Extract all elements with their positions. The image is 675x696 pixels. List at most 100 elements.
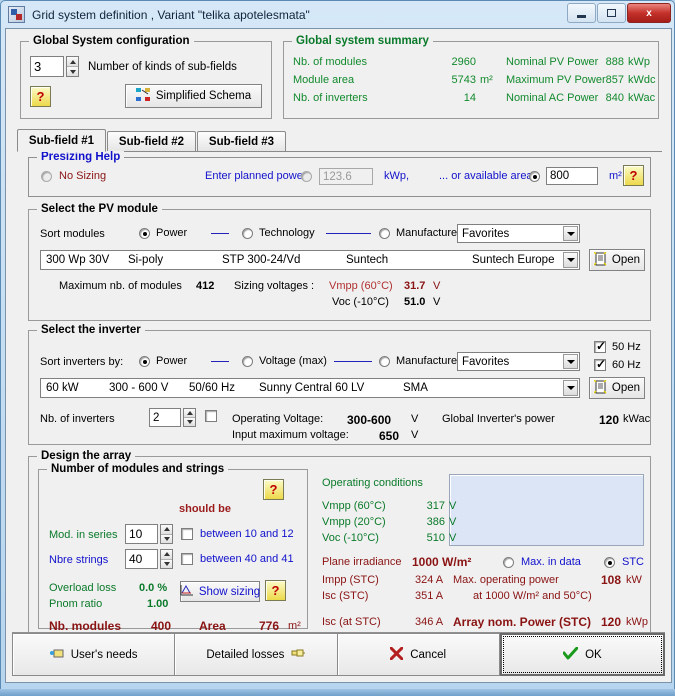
available-area-radio[interactable] bbox=[529, 171, 540, 182]
select-inverter-group: Select the inverter Sort inverters by: P… bbox=[28, 324, 651, 445]
inverter-manufacturer: SMA bbox=[403, 382, 428, 394]
inverter-open-button[interactable]: Open bbox=[589, 377, 645, 399]
dialog-button-bar: User's needs Detailed losses Cancel OK bbox=[12, 632, 665, 676]
summary-label-1: Module area bbox=[293, 74, 355, 86]
spinner-down[interactable] bbox=[67, 67, 78, 76]
mod-series-input[interactable] bbox=[125, 524, 158, 544]
available-area-unit: m² bbox=[609, 170, 622, 182]
global-system-summary-group: Global system summary Nb. of modules 296… bbox=[283, 35, 659, 119]
sort-technology-label: Technology bbox=[259, 227, 315, 239]
overload-loss-label: Overload loss bbox=[49, 582, 117, 594]
sizing-chart-icon bbox=[180, 584, 194, 599]
spinner-up[interactable] bbox=[184, 409, 195, 418]
planned-power-unit: kWp, bbox=[384, 170, 410, 182]
cond-unit-2: V bbox=[449, 532, 457, 544]
window-title: Grid system definition , Variant "telika… bbox=[32, 7, 310, 22]
mod-series-spinner[interactable] bbox=[160, 524, 173, 544]
inv-sort-manufacturer-radio[interactable] bbox=[379, 356, 390, 367]
sizing-help-button[interactable]: ? bbox=[265, 580, 286, 601]
area-label: Area bbox=[199, 619, 226, 633]
sort-manufacturer-radio[interactable] bbox=[379, 228, 390, 239]
chevron-down-icon[interactable] bbox=[563, 226, 578, 241]
cond-label-0: Vmpp (60°C) bbox=[322, 500, 386, 512]
nb-inverters-input[interactable] bbox=[149, 408, 181, 427]
close-button[interactable]: x bbox=[627, 3, 671, 23]
modules-strings-group: Number of modules and strings ? should b… bbox=[38, 463, 308, 633]
spinner-up[interactable] bbox=[161, 550, 172, 560]
simplified-schema-button[interactable]: Simplified Schema bbox=[125, 84, 262, 108]
pv-filter-value: Favorites bbox=[462, 227, 510, 240]
cond-value-2: 510 bbox=[426, 532, 445, 544]
inverter-model-combo[interactable]: 60 kW 300 - 600 V 50/60 Hz Sunny Central… bbox=[40, 378, 580, 398]
global-inverter-power-unit: kWac bbox=[623, 413, 651, 425]
minimize-button[interactable] bbox=[567, 3, 596, 23]
subfield-count-input[interactable] bbox=[30, 56, 64, 77]
inverter-filter-combo[interactable]: Favorites bbox=[457, 352, 580, 371]
chevron-down-icon[interactable] bbox=[563, 380, 578, 396]
users-needs-button[interactable]: User's needs bbox=[12, 633, 176, 676]
summary-value-2: 14 bbox=[463, 92, 476, 104]
pv-module-legend: Select the PV module bbox=[37, 203, 162, 215]
impp-value: 324 A bbox=[415, 574, 444, 586]
nb-inverters-spinner[interactable] bbox=[183, 408, 196, 427]
cancel-label: Cancel bbox=[410, 648, 447, 661]
spinner-up[interactable] bbox=[67, 57, 78, 67]
no-sizing-radio[interactable] bbox=[41, 171, 52, 182]
inv-sort-separator-2 bbox=[334, 361, 372, 362]
spinner-down[interactable] bbox=[184, 418, 195, 426]
inverter-power: 60 kW bbox=[46, 382, 79, 394]
available-area-input[interactable] bbox=[546, 167, 598, 185]
tab-subfield-1[interactable]: Sub-field #1 bbox=[17, 129, 106, 152]
global-inverter-power-value: 120 bbox=[599, 413, 620, 427]
global-config-help-button[interactable]: ? bbox=[30, 86, 51, 107]
inv-sort-voltage-radio[interactable] bbox=[242, 356, 253, 367]
pv-module-combo[interactable]: 300 Wp 30V Si-poly STP 300-24/Vd Suntech… bbox=[40, 250, 580, 270]
tab-subfield-2[interactable]: Sub-field #2 bbox=[107, 131, 196, 152]
chevron-down-icon[interactable] bbox=[563, 354, 578, 369]
sizing-preview-panel bbox=[449, 474, 644, 546]
tab-subfield-3[interactable]: Sub-field #3 bbox=[197, 131, 286, 152]
sort-modules-label: Sort modules bbox=[40, 228, 105, 240]
presizing-help-button[interactable]: ? bbox=[623, 165, 644, 186]
operating-voltage-label: Operating Voltage: bbox=[232, 413, 324, 425]
sort-power-radio[interactable] bbox=[139, 228, 150, 239]
inv-sort-voltage-label: Voltage (max) bbox=[259, 355, 327, 367]
planned-power-label: Enter planned power bbox=[205, 170, 307, 182]
summary-value-0: 2960 bbox=[451, 56, 476, 68]
planned-power-input[interactable] bbox=[319, 168, 373, 185]
sort-separator-2 bbox=[326, 233, 371, 234]
sort-technology-radio[interactable] bbox=[242, 228, 253, 239]
chevron-down-icon[interactable] bbox=[563, 252, 578, 268]
pv-filter-combo[interactable]: Favorites bbox=[457, 224, 580, 243]
spinner-up[interactable] bbox=[161, 525, 172, 535]
sort-manufacturer-label: Manufacturer bbox=[396, 227, 461, 239]
spinner-down[interactable] bbox=[161, 534, 172, 543]
show-sizing-button[interactable]: Show sizing bbox=[180, 581, 260, 602]
stc-radio[interactable] bbox=[604, 557, 615, 568]
ok-button[interactable]: OK bbox=[499, 633, 665, 676]
strings-spinner[interactable] bbox=[160, 549, 173, 569]
pv-module-open-button[interactable]: Open bbox=[589, 249, 645, 271]
maximize-button[interactable] bbox=[597, 3, 626, 23]
summary-unit2-0: kWp bbox=[628, 56, 650, 68]
max-op-power-label: Max. operating power bbox=[453, 574, 559, 586]
hz60-checkbox[interactable] bbox=[594, 357, 606, 371]
subfield-count-spinner[interactable] bbox=[66, 56, 79, 77]
strings-range-checkbox[interactable] bbox=[181, 553, 193, 565]
strings-input[interactable] bbox=[125, 549, 158, 569]
inverter-auto-checkbox[interactable] bbox=[205, 410, 217, 422]
planned-power-radio[interactable] bbox=[301, 171, 312, 182]
cancel-button[interactable]: Cancel bbox=[337, 633, 500, 676]
overload-loss-value: 0.0 % bbox=[139, 582, 168, 594]
plane-irradiance-value: 1000 W/m² bbox=[412, 555, 472, 569]
modules-strings-help-button[interactable]: ? bbox=[263, 479, 284, 500]
spinner-down[interactable] bbox=[161, 559, 172, 568]
max-in-data-radio[interactable] bbox=[503, 557, 514, 568]
mod-series-range-checkbox[interactable] bbox=[181, 528, 193, 540]
detailed-losses-button[interactable]: Detailed losses bbox=[175, 633, 338, 676]
max-modules-label: Maximum nb. of modules bbox=[59, 280, 182, 292]
inv-sort-power-radio[interactable] bbox=[139, 356, 150, 367]
hz50-checkbox[interactable] bbox=[594, 339, 606, 353]
vmpp-unit: V bbox=[433, 280, 441, 292]
desktop-taskbar-strip bbox=[0, 689, 675, 696]
